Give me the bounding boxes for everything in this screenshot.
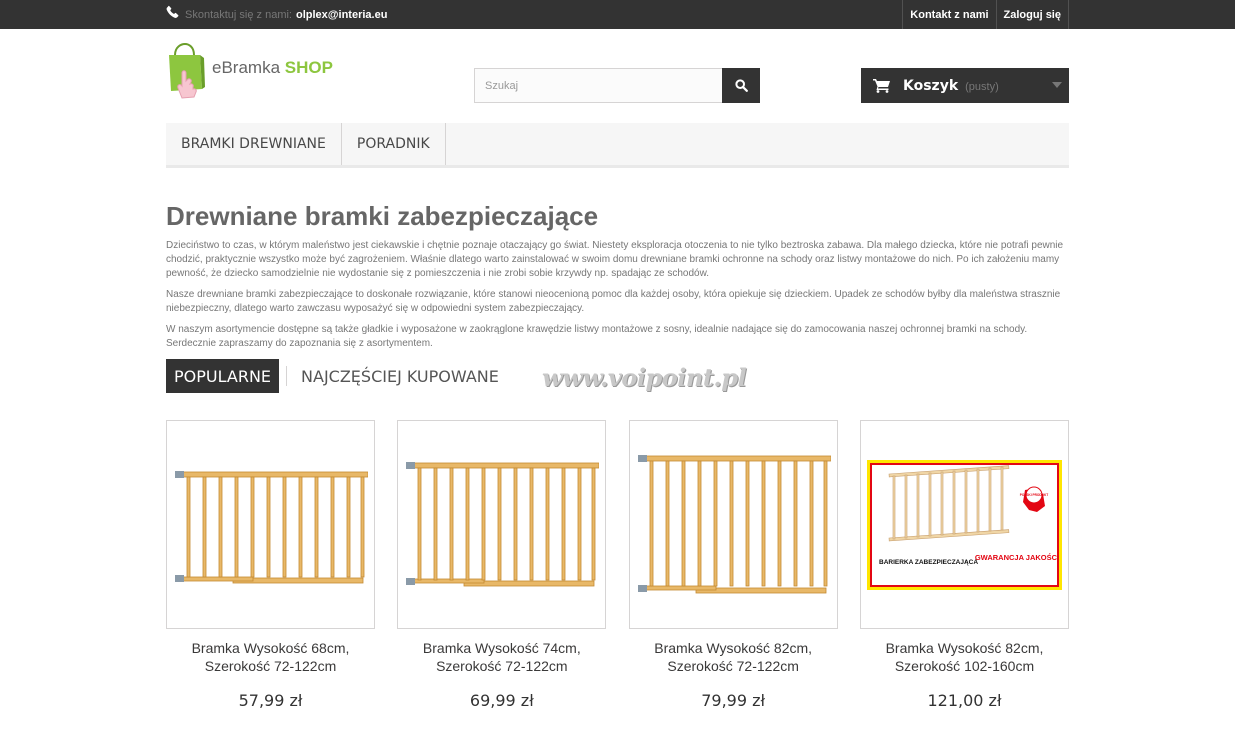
product-name[interactable]: Bramka Wysokość 82cm, Szerokość 72-122cm xyxy=(629,639,838,679)
search-button[interactable] xyxy=(722,68,760,103)
shopping-cart-icon xyxy=(873,79,890,93)
search-icon xyxy=(734,79,748,92)
phone-icon xyxy=(166,5,179,18)
menu-item-poradnik[interactable]: PORADNIK xyxy=(342,123,446,165)
watermark: www.voipoint.pl xyxy=(542,363,747,392)
wooden-gate-image xyxy=(637,454,831,593)
product-card[interactable]: Bramka Wysokość 68cm, Szerokość 72-122cm… xyxy=(166,420,375,710)
tab-popularne[interactable]: POPULARNE xyxy=(166,359,280,393)
product-list: Bramka Wysokość 68cm, Szerokość 72-122cm… xyxy=(166,420,1069,710)
description-paragraph: Nasze drewniane bramki zabezpieczające t… xyxy=(166,289,1061,314)
product-price: 79,99 zł xyxy=(701,691,766,710)
cart-label: Koszyk xyxy=(903,77,959,94)
search-input[interactable] xyxy=(474,68,722,103)
description-paragraph: W naszym asortymencie dostępne są także … xyxy=(166,324,1028,349)
login-link[interactable]: Zaloguj się xyxy=(995,0,1069,29)
search-bar xyxy=(474,68,760,103)
product-card[interactable]: Bramka Wysokość 82cm, Szerokość 72-122cm… xyxy=(628,420,838,710)
contact-label: Skontaktuj się z nami: xyxy=(185,8,292,21)
product-price: 69,99 zł xyxy=(469,691,534,710)
shop-logo[interactable]: eBramka SHOP xyxy=(166,43,336,99)
cart-button[interactable]: Koszyk (pusty) xyxy=(861,68,1069,103)
polski-produkt-seal: POLSKI PRODUKT xyxy=(1020,493,1049,497)
barrier-promo-image: POLSKI PRODUKT BARIERKA ZABEZPIECZAJĄCA … xyxy=(866,459,1062,590)
wooden-gate-image xyxy=(175,470,368,583)
contact-info: Skontaktuj się z nami: olplex@interia.eu xyxy=(166,0,387,29)
product-name[interactable]: Bramka Wysokość 82cm, Szerokość 102-160c… xyxy=(860,639,1069,679)
product-tabs: POPULARNE NAJCZĘŚCIEJ KUPOWANE xyxy=(166,359,513,393)
contact-us-link[interactable]: Kontakt z nami xyxy=(902,0,995,29)
wooden-gate-image xyxy=(406,461,600,586)
product-price: 57,99 zł xyxy=(238,691,303,710)
product-badge-text: BARIERKA ZABEZPIECZAJĄCA xyxy=(879,559,978,566)
logo-text-accent: SHOP xyxy=(284,58,333,77)
top-bar: Skontaktuj się z nami: olplex@interia.eu… xyxy=(0,0,1235,29)
chevron-down-icon xyxy=(1052,82,1062,88)
product-image[interactable]: POLSKI PRODUKT BARIERKA ZABEZPIECZAJĄCA … xyxy=(859,420,1069,629)
shopping-bag-logo-icon xyxy=(169,43,205,99)
top-links: Kontakt z nami Zaloguj się xyxy=(902,0,1069,29)
product-image[interactable] xyxy=(397,420,607,629)
description-paragraph: Dzieciństwo to czas, w którym maleństwo … xyxy=(166,240,1064,279)
main-menu: BRAMKI DREWNIANE PORADNIK xyxy=(166,123,1069,168)
contact-email[interactable]: olplex@interia.eu xyxy=(296,9,387,21)
page-title: Drewniane bramki zabezpieczające xyxy=(166,201,599,231)
product-card[interactable]: Bramka Wysokość 74cm, Szerokość 72-122cm… xyxy=(397,420,607,710)
product-card[interactable]: POLSKI PRODUKT BARIERKA ZABEZPIECZAJĄCA … xyxy=(859,420,1069,710)
product-image[interactable] xyxy=(166,420,375,629)
cart-status: (pusty) xyxy=(965,80,999,93)
logo-text: eBramka SHOP xyxy=(212,58,333,78)
tab-najczesciej-kupowane[interactable]: NAJCZĘŚCIEJ KUPOWANE xyxy=(286,366,513,386)
product-price: 121,00 zł xyxy=(927,691,1002,710)
product-name[interactable]: Bramka Wysokość 74cm, Szerokość 72-122cm xyxy=(397,639,606,679)
category-description: Dzieciństwo to czas, w którym maleństwo … xyxy=(166,239,1069,358)
logo-text-main: eBramka xyxy=(212,58,281,77)
guarantee-badge: GWARANCJA JAKOŚCI xyxy=(975,553,1059,562)
product-image[interactable] xyxy=(628,420,838,629)
menu-item-bramki-drewniane[interactable]: BRAMKI DREWNIANE xyxy=(166,123,342,165)
product-name[interactable]: Bramka Wysokość 68cm, Szerokość 72-122cm xyxy=(166,639,375,679)
